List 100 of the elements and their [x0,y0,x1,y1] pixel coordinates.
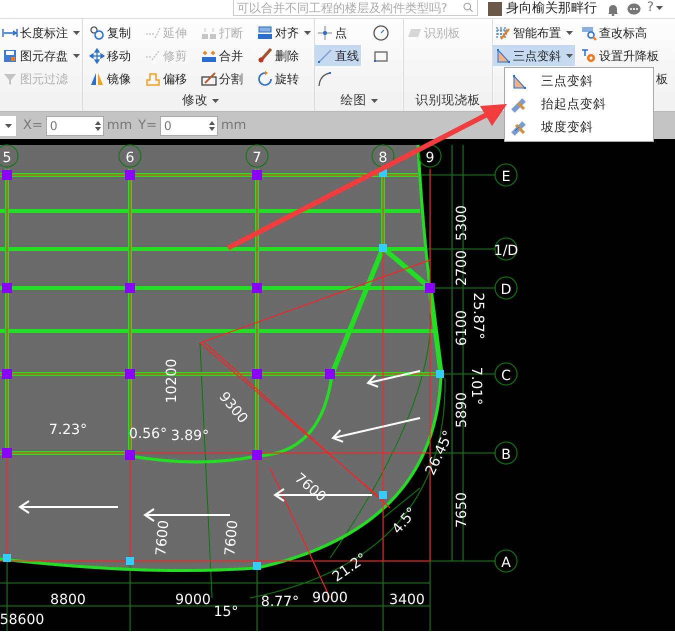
toolbar-button[interactable]: 复制 [87,22,133,43]
toolbar-button[interactable]: 查改标高 [579,22,649,43]
axis-bubble: 6 [118,144,142,168]
grid-icon [495,24,511,40]
mirror-icon [89,70,105,86]
dimension-label: 7600 [222,520,242,556]
caret-icon [566,54,573,58]
circle-icon [373,24,389,40]
brush-icon [257,48,273,64]
toolbar-button[interactable]: 图元存盘 [0,45,82,66]
column-marker [125,450,135,460]
column-marker [126,557,134,565]
dimension-label: 5300 [454,205,470,241]
y-label: Y= [138,116,157,135]
arc-icon [317,70,333,86]
toolbar-label[interactable]: 板 [656,69,668,90]
column-marker [125,170,135,180]
toolbar-button[interactable]: 设置升降板 [579,45,661,66]
toolbar-button[interactable]: 智能布置 [493,22,575,43]
offset-icon [145,70,161,86]
column-marker [252,283,262,293]
dimension-label: 2700 [454,250,470,286]
axis-bubble: E [494,164,518,186]
line-icon [317,48,333,64]
toolbar-button[interactable]: 删除 [255,45,301,66]
spinner-icon[interactable] [208,120,215,132]
dropdown-field[interactable] [0,116,16,136]
circles-icon [89,24,105,40]
caret-icon [566,30,573,34]
search-field[interactable]: 可以合并不同工程的楼层及构件类型吗? [233,0,478,16]
column-marker [2,448,12,458]
toolbar-button[interactable]: 点 [315,22,349,43]
column-marker [2,369,12,379]
caret-icon [73,30,80,34]
column-marker [252,369,262,379]
toolbar-button[interactable]: 合并 [199,45,245,66]
split-icon [201,70,217,86]
spinner-icon[interactable] [94,120,101,132]
column-marker [253,562,261,570]
slope-arrow [366,370,421,388]
dimension-label: 3400 [389,592,425,608]
menu-item[interactable]: 坡度变斜 [505,116,653,139]
column-marker [125,283,135,293]
level-icon [581,24,597,40]
axis-bubble: B [494,442,518,464]
toolbar-button[interactable]: 偏移 [143,68,189,89]
column-marker [2,283,12,293]
caret-icon[interactable] [212,98,219,102]
unit-label: mm [220,116,246,135]
column-marker [2,170,12,180]
triangle-icon [495,48,511,64]
caret-icon [4,124,12,128]
gear-icon [581,48,597,64]
caret-icon [304,30,311,34]
dimension-label: 8.77° [260,594,300,610]
dimension-label: 7600 [153,520,172,556]
caret-icon [656,6,663,10]
axis-bubble: 7 [246,144,268,168]
toolbar-button[interactable]: 直线 [315,45,361,66]
bell-icon[interactable] [607,3,619,16]
caret-icon [73,54,80,58]
axis-bubble: 1/D [494,238,518,260]
caret-icon[interactable] [370,98,378,102]
dimension-label: 7.01° [468,366,484,406]
axis-bubble: 9 [418,144,442,168]
rotate-icon [257,70,273,86]
chat-icon[interactable] [627,3,641,16]
dimension-label: 6100 [454,310,470,346]
unit-label: mm [106,116,132,135]
align-icon [257,24,273,40]
group-label: 绘图 [340,91,366,110]
column-marker [252,450,262,460]
dimension-label: 7.23° [48,422,88,438]
column-marker [379,491,387,499]
toolbar-button[interactable]: 三点变斜 [493,45,575,66]
help-button[interactable]: ? [645,0,665,16]
toolbar-button[interactable]: 对齐 [255,22,313,43]
toolbar-button[interactable]: 分割 [199,68,245,89]
column-marker [436,370,444,378]
dimension-label: 7650 [454,492,470,528]
axis-bubble: 5 [0,144,18,168]
dimension-label: 58600 [0,612,44,628]
dimension-label: 9000 [312,590,348,606]
toolbar-button[interactable]: 移动 [87,45,133,66]
user-name[interactable]: 身向榆关那畔行 [506,0,597,17]
toolbar-button[interactable]: 旋转 [255,68,301,89]
dimension-label: 9000 [175,592,211,608]
column-marker [252,170,262,180]
search-icon [463,2,474,13]
dimension-label: 10200 [164,358,180,404]
column-marker [425,283,435,293]
menu-item[interactable]: 三点变斜 [505,70,653,93]
group-label: 识别现浇板 [416,91,480,110]
toolbar-button[interactable]: 长度标注 [0,22,82,43]
menu-item[interactable]: 抬起点变斜 [505,93,653,116]
column-marker [3,554,11,562]
axis-bubble: A [494,550,518,572]
toolbar-button[interactable]: 镜像 [87,68,133,89]
dimension-label: 5890 [454,392,470,428]
triangle-icon [511,74,527,90]
